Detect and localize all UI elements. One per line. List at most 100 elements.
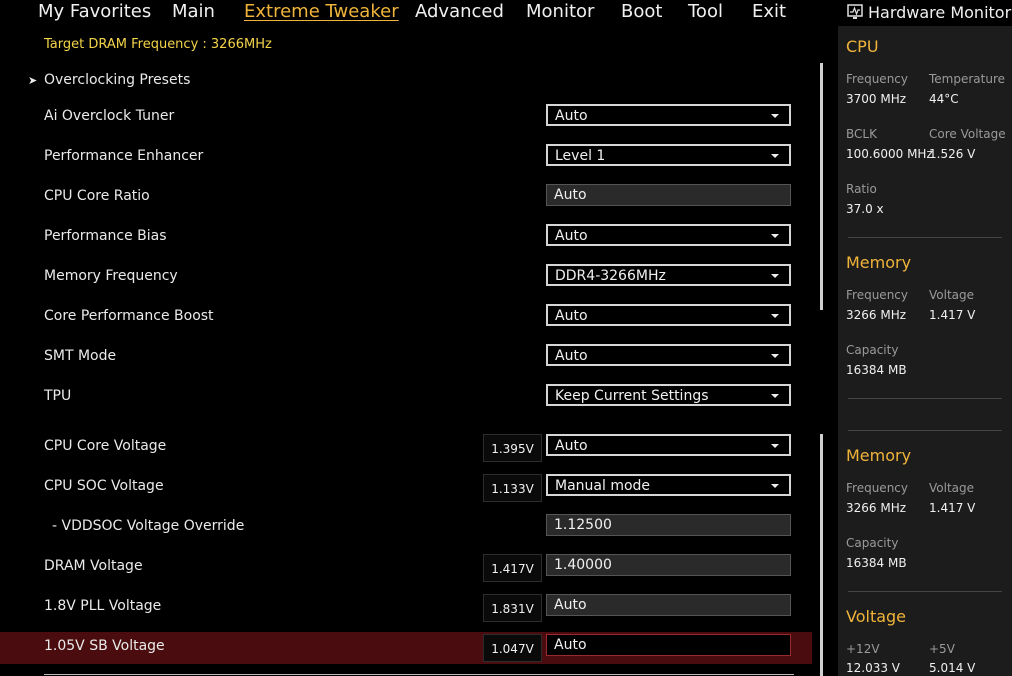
tpu-select[interactable]: Keep Current Settings	[546, 384, 791, 406]
ratio-value: 37.0 x	[846, 202, 884, 216]
v12-value: 12.033 V	[846, 661, 901, 675]
bottom-divider	[44, 674, 794, 675]
memory-capacity-label: Capacity	[846, 536, 899, 550]
memory-voltage-label: Voltage	[929, 288, 975, 302]
select-value: Level 1	[555, 148, 606, 164]
monitor-icon	[847, 4, 863, 19]
tab-advanced[interactable]: Advanced	[415, 1, 504, 22]
settings-panel: Target DRAM Frequency : 3266MHz ➤ Overclo…	[0, 28, 830, 676]
cpu-soc-voltage-select[interactable]: Manual mode	[546, 474, 791, 496]
caret-down-icon	[771, 114, 779, 118]
select-value: Auto	[555, 308, 588, 324]
voltage-readout: 1.133V	[483, 474, 542, 502]
voltage-section-title: Voltage	[846, 607, 907, 626]
caret-down-icon	[771, 234, 779, 238]
setting-label: TPU	[44, 388, 72, 404]
core-performance-boost-select[interactable]: Auto	[546, 304, 791, 326]
setting-row-selected[interactable]: 1.05V SB Voltage 1.047V Auto	[0, 632, 812, 664]
memory-frequency-label: Frequency	[846, 481, 908, 495]
memory-section-title: Memory	[846, 446, 912, 465]
cpu-temperature-label: Temperature	[929, 72, 1006, 86]
cpu-section-title: CPU	[846, 37, 879, 56]
setting-label: CPU SOC Voltage	[44, 478, 164, 494]
vddsoc-override-input[interactable]: 1.12500	[546, 514, 791, 536]
arrow-right-icon: ➤	[28, 74, 38, 87]
presets-label: Overclocking Presets	[44, 72, 191, 88]
setting-label: Ai Overclock Tuner	[44, 108, 175, 124]
cpu-core-voltage-select[interactable]: Auto	[546, 434, 791, 456]
caret-down-icon	[771, 274, 779, 278]
memory-frequency-select[interactable]: DDR4-3266MHz	[546, 264, 791, 286]
dram-voltage-input[interactable]: 1.40000	[546, 554, 791, 576]
core-voltage-value: 1.526 V	[929, 147, 976, 161]
memory-frequency-value: 3266 MHz	[846, 308, 907, 322]
tab-monitor[interactable]: Monitor	[526, 1, 594, 22]
setting-row: Performance Enhancer Level 1	[0, 142, 812, 174]
setting-row: Core Performance Boost Auto	[0, 302, 812, 334]
setting-row: Memory Frequency DDR4-3266MHz	[0, 262, 812, 294]
overclocking-presets-link[interactable]: ➤ Overclocking Presets	[28, 72, 190, 88]
tab-extreme-tweaker[interactable]: Extreme Tweaker	[244, 1, 399, 22]
setting-label: Memory Frequency	[44, 268, 178, 284]
setting-label: DRAM Voltage	[44, 558, 143, 574]
hardware-monitor-title: Hardware Monitor	[868, 3, 1012, 22]
setting-label: 1.8V PLL Voltage	[44, 598, 162, 614]
cpu-temperature-value: 44°C	[929, 92, 959, 106]
setting-row: Ai Overclock Tuner Auto	[0, 102, 812, 134]
bclk-label: BCLK	[846, 127, 877, 141]
scrollbar-lower[interactable]	[820, 434, 823, 676]
select-value: Keep Current Settings	[555, 388, 709, 404]
section-divider	[848, 430, 1002, 431]
memory-voltage-label: Voltage	[929, 481, 975, 495]
setting-row: - VDDSOC Voltage Override 1.12500	[0, 512, 812, 544]
tab-exit[interactable]: Exit	[752, 1, 786, 22]
top-navigation: My Favorites Main Extreme Tweaker Advanc…	[0, 0, 830, 28]
select-value: DDR4-3266MHz	[555, 268, 666, 284]
sb-voltage-input[interactable]: Auto	[546, 634, 791, 656]
setting-label: SMT Mode	[44, 348, 117, 364]
setting-row: 1.8V PLL Voltage 1.831V Auto	[0, 592, 812, 624]
ai-overclock-tuner-select[interactable]: Auto	[546, 104, 791, 126]
bclk-value: 100.6000 MHz	[846, 147, 933, 161]
cpu-core-ratio-input[interactable]: Auto	[546, 184, 791, 206]
setting-row: SMT Mode Auto	[0, 342, 812, 374]
memory-section-title: Memory	[846, 253, 912, 272]
performance-bias-select[interactable]: Auto	[546, 224, 791, 246]
setting-label: Core Performance Boost	[44, 308, 214, 324]
setting-row: CPU Core Ratio Auto	[0, 182, 812, 214]
setting-label: 1.05V SB Voltage	[44, 638, 165, 654]
setting-row: DRAM Voltage 1.417V 1.40000	[0, 552, 812, 584]
memory-capacity-value: 16384 MB	[846, 363, 907, 377]
tab-boot[interactable]: Boot	[621, 1, 662, 22]
tab-my-favorites[interactable]: My Favorites	[38, 1, 151, 22]
tab-tool[interactable]: Tool	[688, 1, 723, 22]
caret-down-icon	[771, 484, 779, 488]
v5-label: +5V	[929, 642, 955, 656]
select-value: Manual mode	[555, 478, 651, 494]
select-value: Auto	[555, 228, 588, 244]
section-divider	[848, 398, 1002, 399]
setting-row: CPU Core Voltage 1.395V Auto	[0, 432, 812, 464]
ratio-label: Ratio	[846, 182, 877, 196]
caret-down-icon	[771, 354, 779, 358]
setting-label: - VDDSOC Voltage Override	[52, 518, 245, 534]
hardware-monitor-header: Hardware Monitor	[838, 0, 1012, 26]
memory-capacity-label: Capacity	[846, 343, 899, 357]
smt-mode-select[interactable]: Auto	[546, 344, 791, 366]
hardware-monitor-panel: Hardware Monitor CPU Frequency Temperatu…	[838, 0, 1012, 676]
setting-label: CPU Core Voltage	[44, 438, 167, 454]
pll-voltage-input[interactable]: Auto	[546, 594, 791, 616]
scrollbar-upper[interactable]	[820, 63, 823, 310]
memory-frequency-value: 3266 MHz	[846, 501, 907, 515]
v5-value: 5.014 V	[929, 661, 976, 675]
caret-down-icon	[771, 154, 779, 158]
tab-main[interactable]: Main	[172, 1, 215, 22]
target-dram-frequency: Target DRAM Frequency : 3266MHz	[44, 37, 272, 52]
memory-frequency-label: Frequency	[846, 288, 908, 302]
memory-voltage-value: 1.417 V	[929, 308, 976, 322]
performance-enhancer-select[interactable]: Level 1	[546, 144, 791, 166]
v12-label: +12V	[846, 642, 880, 656]
setting-label: CPU Core Ratio	[44, 188, 150, 204]
setting-row: Performance Bias Auto	[0, 222, 812, 254]
setting-label: Performance Bias	[44, 228, 167, 244]
